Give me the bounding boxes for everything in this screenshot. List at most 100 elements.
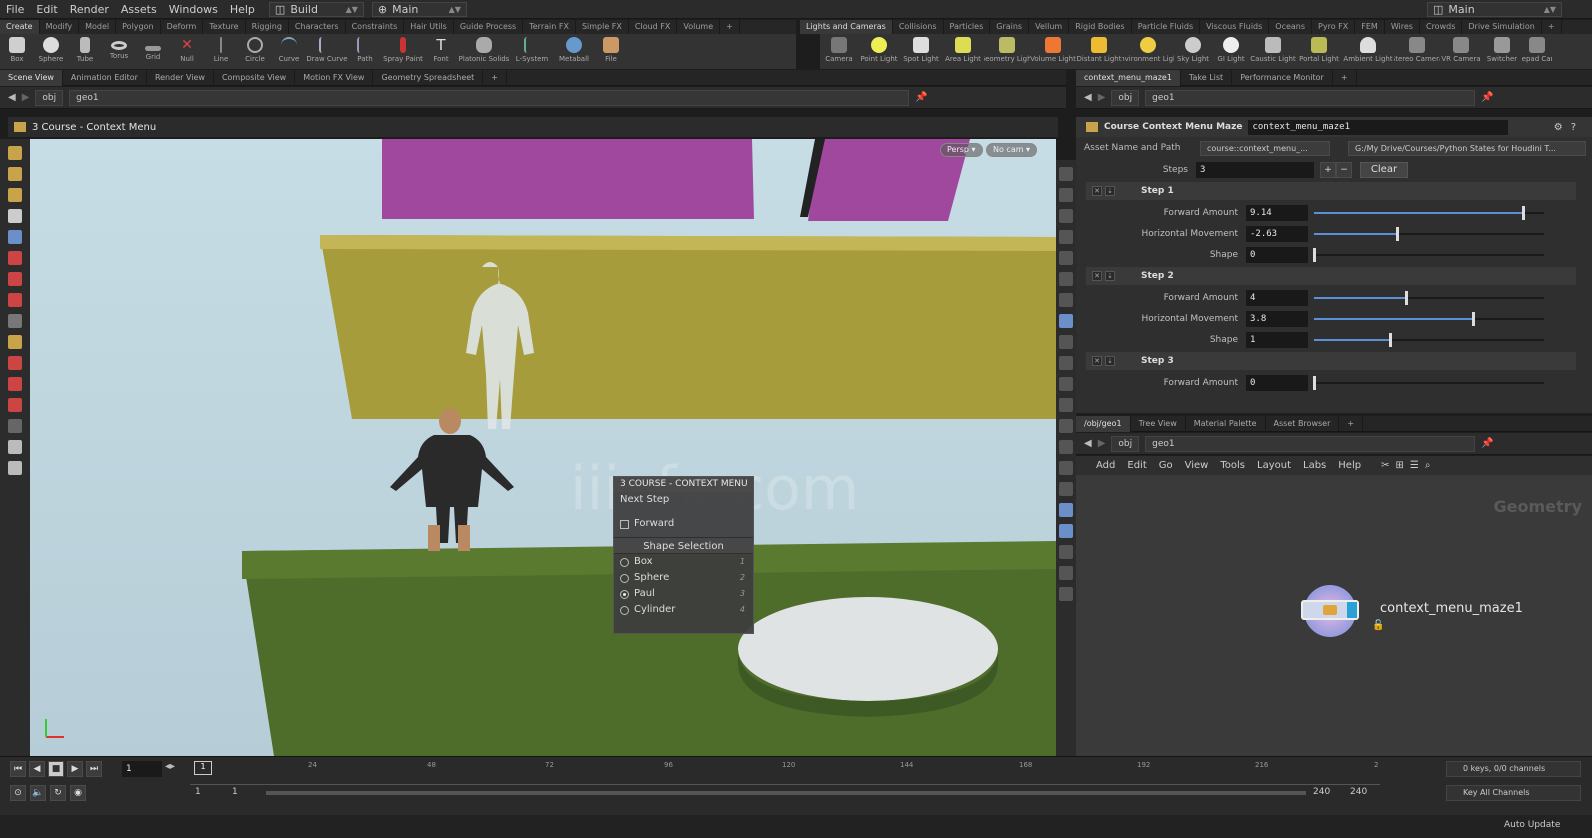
path-geo[interactable]: geo1 <box>1145 89 1476 106</box>
points-icon[interactable] <box>1059 335 1073 349</box>
shelf-tab-crowds[interactable]: Crowds <box>1420 20 1463 34</box>
step1-horizontal-field[interactable]: -2.63 <box>1246 225 1308 242</box>
key-icon[interactable]: ◉ <box>70 785 86 801</box>
tree-icon[interactable]: ⊞ <box>1395 460 1409 471</box>
asset-name-dropdown[interactable]: course::context_menu_... <box>1200 140 1330 156</box>
add-tab-icon[interactable]: + <box>483 69 507 86</box>
tab-material-palette[interactable]: Material Palette <box>1186 415 1266 432</box>
shelf-tab-model[interactable]: Model <box>79 20 117 34</box>
render-region-icon[interactable] <box>1059 566 1073 580</box>
tool-grid[interactable]: Grid <box>136 37 170 61</box>
forward-arrow-icon[interactable]: ▶ <box>1098 438 1106 449</box>
normals-icon[interactable] <box>1059 356 1073 370</box>
magnet-icon[interactable] <box>8 398 22 412</box>
tool-vr-camera[interactable]: VR Camera <box>1440 37 1482 63</box>
desktop-dropdown[interactable]: ◫ Build ▲▼ <box>268 1 364 17</box>
shelf-tab-rigging[interactable]: Rigging <box>246 20 289 34</box>
pin-icon[interactable] <box>1059 272 1073 286</box>
first-frame-icon[interactable]: ⏮ <box>10 761 26 777</box>
tool-spot-light[interactable]: Spot Light <box>900 37 942 63</box>
gear-icon[interactable]: ⚙ <box>1554 122 1571 133</box>
tool-path[interactable]: Path <box>348 37 382 63</box>
tool-camera[interactable]: Camera <box>820 37 858 63</box>
tool-line[interactable]: Line <box>204 37 238 63</box>
move-icon[interactable] <box>8 251 22 265</box>
network-menu-edit[interactable]: Edit <box>1127 460 1146 471</box>
shelf-tab-collisions[interactable]: Collisions <box>893 20 944 34</box>
shelf-tab-simple-fx[interactable]: Simple FX <box>576 20 629 34</box>
step2-shape-slider[interactable] <box>1314 332 1544 348</box>
shelf-tab-constraints[interactable]: Constraints <box>346 20 405 34</box>
step2-forward-slider[interactable] <box>1314 290 1544 306</box>
search-icon[interactable]: ⌕ <box>1425 460 1437 471</box>
add-shelf-icon[interactable]: + <box>1542 20 1562 34</box>
tool-file[interactable]: File <box>594 37 628 63</box>
shelf-tab-rigid-bodies[interactable]: Rigid Bodies <box>1069 20 1132 34</box>
play-reverse-icon[interactable]: ◀ <box>29 761 45 777</box>
menu-edit[interactable]: Edit <box>30 3 63 16</box>
lock-camera-icon[interactable] <box>1059 209 1073 223</box>
network-menu-add[interactable]: Add <box>1096 460 1115 471</box>
network-context-dropdown[interactable]: ⊕ Main ▲▼ <box>371 1 467 17</box>
tab-composite-view[interactable]: Composite View <box>214 69 296 86</box>
playhead[interactable]: 1 <box>194 761 212 775</box>
add-shelf-icon[interactable]: + <box>720 20 740 34</box>
realtime-icon[interactable]: ⊙ <box>10 785 26 801</box>
tool-null[interactable]: ✕ Null <box>170 37 204 63</box>
path-obj[interactable]: obj <box>1111 89 1140 106</box>
end-frame-field[interactable]: 240 <box>1350 787 1367 797</box>
range-slider[interactable] <box>266 791 1306 795</box>
step3-forward-field[interactable]: 0 <box>1246 374 1308 391</box>
tool-point-light[interactable]: Point Light <box>858 37 900 63</box>
pin-icon[interactable]: 📌 <box>915 92 927 103</box>
shelf-tab-grains[interactable]: Grains <box>990 20 1030 34</box>
tab-animation-editor[interactable]: Animation Editor <box>63 69 147 86</box>
render-icon[interactable] <box>8 440 22 454</box>
display-options-icon[interactable] <box>1059 167 1073 181</box>
shelf-tab-oceans[interactable]: Oceans <box>1269 20 1313 34</box>
menu-item-paul[interactable]: Paul 3 <box>614 586 753 602</box>
shelf-tab-fem[interactable]: FEM <box>1355 20 1385 34</box>
close-icon[interactable]: ✕ <box>1092 356 1102 366</box>
shelf-tab-deform[interactable]: Deform <box>161 20 204 34</box>
tool-tube[interactable]: Tube <box>68 37 102 63</box>
shelf-tab-characters[interactable]: Characters <box>289 20 346 34</box>
shelf-tab-hair-utils[interactable]: Hair Utils <box>404 20 454 34</box>
numbers-icon[interactable] <box>1059 419 1073 433</box>
shelf-tab-viscous-fluids[interactable]: Viscous Fluids <box>1200 20 1270 34</box>
step-frame-icons[interactable]: ◂▸ <box>165 761 175 772</box>
dot-icon[interactable] <box>1059 377 1073 391</box>
shelf-tab-pyro-fx[interactable]: Pyro FX <box>1312 20 1356 34</box>
step3-forward-slider[interactable] <box>1313 375 1544 391</box>
network-menu-help[interactable]: Help <box>1338 460 1361 471</box>
shelf-tab-terrain-fx[interactable]: Terrain FX <box>523 20 576 34</box>
step1-horizontal-slider[interactable] <box>1314 226 1544 242</box>
step2-horizontal-slider[interactable] <box>1314 311 1544 327</box>
tool-draw-curve[interactable]: Draw Curve <box>306 37 348 63</box>
timeline-ruler[interactable]: 1 24 48 72 96 120 144 168 192 216 2 <box>190 761 1380 785</box>
tool-l-system[interactable]: L-System <box>510 37 554 63</box>
keys-dropdown[interactable]: 0 keys, 0/0 channels <box>1446 761 1581 777</box>
step1-shape-slider[interactable] <box>1313 247 1544 263</box>
network-menu-go[interactable]: Go <box>1159 460 1173 471</box>
shelf-tab-vellum[interactable]: Vellum <box>1029 20 1070 34</box>
tab-take-list[interactable]: Take List <box>1181 69 1233 86</box>
tool-portal-light[interactable]: Portal Light <box>1296 37 1342 63</box>
tool-font[interactable]: T Font <box>424 37 458 63</box>
tab-tree-view[interactable]: Tree View <box>1131 415 1186 432</box>
tool-sky-light[interactable]: Sky Light <box>1174 37 1212 63</box>
steps-field[interactable]: 3 <box>1196 161 1314 178</box>
tool-ambient-light[interactable]: Ambient Light <box>1342 37 1394 63</box>
menu-item-forward[interactable]: Forward <box>614 516 753 532</box>
view-icon[interactable] <box>8 167 22 181</box>
auto-update-dropdown[interactable]: Auto Update <box>1504 820 1560 830</box>
lock-icon[interactable] <box>8 230 22 244</box>
scale-icon[interactable] <box>8 293 22 307</box>
display-icon[interactable] <box>8 461 22 475</box>
shelf-tab-texture[interactable]: Texture <box>203 20 246 34</box>
snapshot-icon[interactable] <box>1059 482 1073 496</box>
flipbook-icon[interactable] <box>1059 545 1073 559</box>
shelf-tab-cloud-fx[interactable]: Cloud FX <box>629 20 678 34</box>
shelf-tab-particles[interactable]: Particles <box>944 20 991 34</box>
shelf-tab-create[interactable]: Create <box>0 20 40 34</box>
